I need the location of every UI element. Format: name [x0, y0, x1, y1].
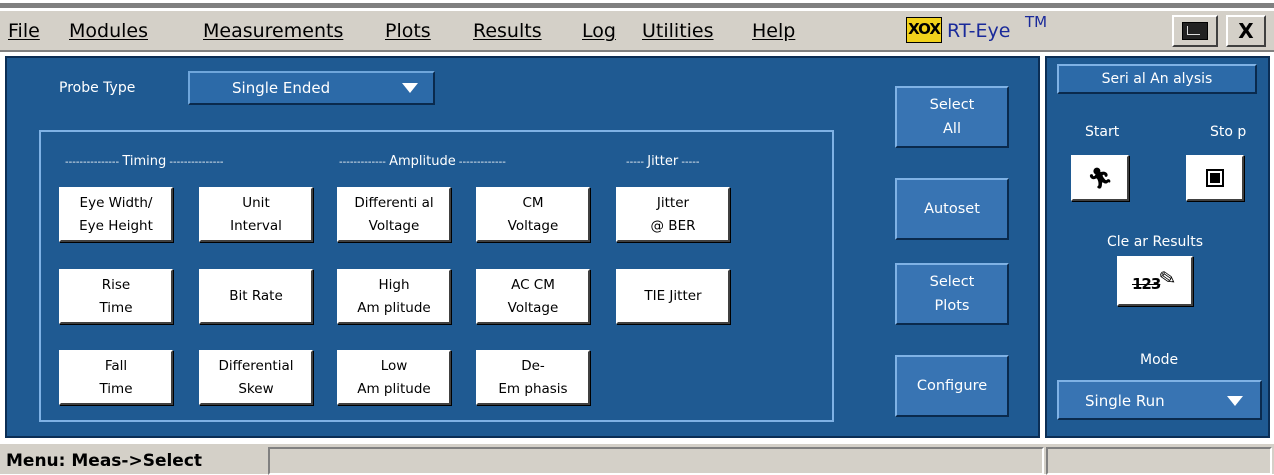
status-field — [268, 447, 1044, 475]
clear-results-label: Cle ar Results — [1107, 234, 1204, 250]
tektronix-logo-icon: XOX — [906, 17, 942, 43]
minimize-icon — [1182, 22, 1208, 40]
clear-results-icon-number: 123 — [1132, 275, 1161, 293]
measurement-group: --------------- Timing --------------- -… — [39, 130, 834, 422]
eraser-icon: ✎ — [1157, 264, 1178, 292]
measurement-bit-rate[interactable]: Bit Rate — [199, 269, 313, 324]
probe-type-label: Probe Type — [59, 80, 136, 96]
configure-button[interactable]: Configure — [895, 355, 1009, 417]
menu-bar: File Modules Measurements Plots Results … — [0, 3, 1274, 52]
app-window: File Modules Measurements Plots Results … — [0, 0, 1274, 475]
status-text: Menu: Meas->Select — [6, 451, 203, 471]
menu-log[interactable]: Log — [582, 20, 616, 42]
select-plots-button[interactable]: Select Plots — [895, 263, 1009, 325]
app-title: RT-Eye — [947, 20, 1011, 42]
measurement-eye-width-height[interactable]: Eye Width/ Eye Height — [59, 187, 173, 242]
section-header-timing: --------------- Timing --------------- — [65, 154, 224, 169]
window-top-border — [0, 3, 1274, 8]
chevron-down-icon — [402, 83, 418, 93]
chevron-down-icon — [1227, 396, 1243, 406]
stop-button[interactable] — [1186, 155, 1244, 201]
measurement-tie-jitter[interactable]: TIE Jitter — [616, 269, 730, 324]
measurement-jitter-at-ber[interactable]: Jitter @ BER — [616, 187, 730, 242]
close-icon: X — [1238, 19, 1254, 43]
trademark-mark: TM — [1025, 13, 1048, 31]
menu-results[interactable]: Results — [473, 20, 542, 42]
probe-type-value: Single Ended — [232, 79, 331, 97]
mode-label: Mode — [1140, 352, 1179, 368]
measurement-low-amplitude[interactable]: Low Am plitude — [337, 350, 451, 405]
minimize-button[interactable] — [1172, 15, 1218, 47]
menu-utilities[interactable]: Utilities — [642, 20, 714, 42]
serial-analysis-button[interactable]: Seri al An alysis — [1057, 64, 1257, 94]
menu-plots[interactable]: Plots — [385, 20, 431, 42]
stop-icon — [1206, 169, 1224, 187]
menu-help[interactable]: Help — [752, 20, 795, 42]
menu-measurements[interactable]: Measurements — [203, 20, 343, 42]
mode-value: Single Run — [1085, 392, 1165, 410]
measurement-cm-voltage[interactable]: CM Voltage — [476, 187, 590, 242]
close-button[interactable]: X — [1226, 15, 1266, 47]
measurement-differential-skew[interactable]: Differential Skew — [199, 350, 313, 405]
status-field-right — [1046, 447, 1272, 475]
start-label: Start — [1085, 124, 1120, 140]
probe-type-dropdown[interactable]: Single Ended — [188, 71, 435, 105]
section-header-jitter: ----- Jitter ----- — [626, 154, 700, 169]
select-all-button[interactable]: Select All — [895, 86, 1009, 148]
measurement-differential-voltage[interactable]: Differenti al Voltage — [337, 187, 451, 242]
running-man-icon: 🏃︎ — [1087, 166, 1113, 190]
measurement-select-panel: Probe Type Single Ended --------------- … — [5, 56, 1040, 438]
clear-results-button[interactable]: 123 ✎ — [1117, 256, 1193, 306]
menu-modules[interactable]: Modules — [69, 20, 148, 42]
autoset-button[interactable]: Autoset — [895, 178, 1009, 240]
menu-file[interactable]: File — [8, 20, 40, 42]
section-header-amplitude: ------------- Amplitude ------------- — [339, 154, 506, 169]
measurement-unit-interval[interactable]: Unit Interval — [199, 187, 313, 242]
measurement-ac-cm-voltage[interactable]: AC CM Voltage — [476, 269, 590, 324]
start-button[interactable]: 🏃︎ — [1071, 155, 1129, 201]
mode-dropdown[interactable]: Single Run — [1057, 380, 1262, 420]
control-panel: Seri al An alysis Start Sto p 🏃︎ Cle ar … — [1045, 56, 1270, 438]
stop-label: Sto p — [1210, 124, 1247, 140]
measurement-fall-time[interactable]: Fall Time — [59, 350, 173, 405]
measurement-high-amplitude[interactable]: High Am plitude — [337, 269, 451, 324]
measurement-rise-time[interactable]: Rise Time — [59, 269, 173, 324]
measurement-de-emphasis[interactable]: De- Em phasis — [476, 350, 590, 405]
status-bar: Menu: Meas->Select — [0, 442, 1274, 475]
